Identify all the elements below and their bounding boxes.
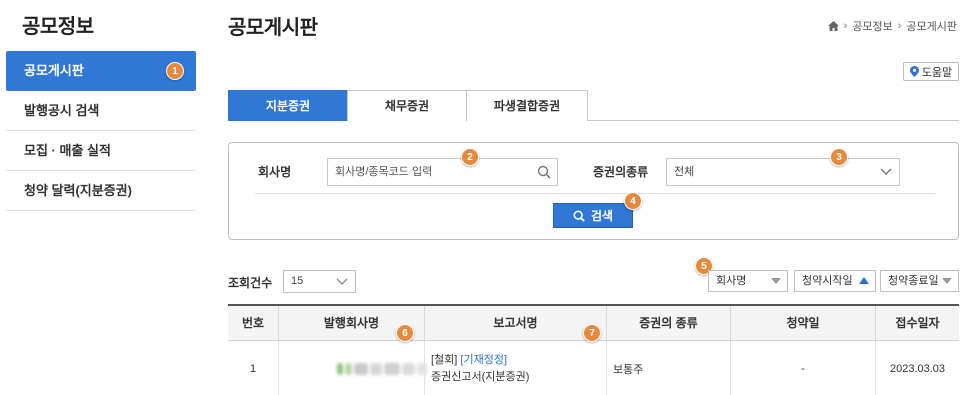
received-date-cell: 2023.03.03 [889,363,946,375]
redacted-text [337,363,427,375]
report-name-link[interactable]: 증권신고서(지분증권) [431,369,529,386]
table-row[interactable]: 1 [철회] [기재정정] 증권신고서(지분증권) 보통주 - 2023.03.… [228,341,959,395]
sidebar: 공모정보 공모게시판 1 발행공시 검색 모집 · 매출 실적 청약 달력(지분… [0,0,201,395]
company-search-input[interactable]: 회사명/종목코드 입력 [327,158,558,186]
location-pin-icon [909,66,919,77]
chevron-down-icon [336,278,348,285]
search-icon[interactable] [537,165,551,179]
sort-by-company-button[interactable]: 회사명 [708,270,788,292]
row-number: 1 [228,341,279,395]
sort-by-subscription-start-button[interactable]: 청약시작일 [794,270,876,292]
tab-debt-securities[interactable]: 채무증권 [347,90,467,121]
results-table: 번호 발행회사명 보고서명 증권의 종류 청약일 접수일자 1 [철회] [기재… [228,304,959,395]
breadcrumb-item[interactable]: 공모정보 [852,18,892,34]
column-header-subscription-date: 청약일 [731,306,876,340]
tab-derivative-linked-securities[interactable]: 파생결합증권 [466,90,588,121]
home-icon[interactable] [827,21,839,31]
page-title: 공모게시판 [228,17,318,39]
chevron-down-icon [880,168,892,175]
chevron-right-icon: › [897,20,902,32]
sidebar-item-label: 발행공시 검색 [24,103,100,118]
subscription-date-cell: - [731,341,876,395]
annotation-marker: 4 [624,192,642,210]
security-type-label: 증권의종류 [593,165,649,179]
result-count-label: 조회건수 [228,276,273,290]
annotation-marker: 2 [461,148,479,166]
column-header-number: 번호 [228,306,279,340]
chevron-right-icon: › [843,20,848,32]
sidebar-item-label: 청약 달력(지분증권) [24,183,132,198]
security-type-tabs: 지분증권 채무증권 파생결합증권 [228,90,959,121]
result-count-select[interactable]: 15 [283,270,356,293]
search-button[interactable]: 검색 [553,203,633,228]
company-name-label: 회사명 [258,165,292,179]
result-count-value: 15 [291,275,304,287]
sort-down-icon [771,278,781,284]
sort-down-icon [942,278,952,284]
sort-label: 회사명 [716,275,747,287]
tab-equity-securities[interactable]: 지분증권 [228,90,348,121]
sort-label: 청약시작일 [802,275,853,287]
column-header-report: 보고서명 [425,306,607,340]
sidebar-item-label: 모집 · 매출 실적 [24,143,111,158]
annotation-marker: 3 [830,148,848,166]
sidebar-title: 공모정보 [22,16,94,38]
annotation-marker: 7 [583,324,601,342]
search-panel: 회사명 회사명/종목코드 입력 2 증권의종류 전체 3 검색 4 [228,142,959,240]
sort-by-subscription-end-button[interactable]: 청약종료일 [880,270,959,292]
divider [255,193,935,194]
company-search-placeholder: 회사명/종목코드 입력 [335,166,433,178]
sidebar-item-subscription-calendar[interactable]: 청약 달력(지분증권) [6,171,196,211]
sidebar-item-offering-sales-results[interactable]: 모집 · 매출 실적 [6,131,196,171]
report-amendment-link[interactable]: [기재정정] [460,352,507,369]
company-name-blurred[interactable] [279,341,427,395]
sidebar-menu: 공모게시판 1 발행공시 검색 모집 · 매출 실적 청약 달력(지분증권) [6,51,196,211]
security-type-select[interactable]: 전체 [666,158,900,186]
sort-label: 청약종료일 [888,275,939,287]
report-withdrawn-tag: [철회] [431,354,458,366]
security-type-cell: 보통주 [607,341,731,395]
search-button-label: 검색 [590,209,614,223]
search-icon [573,210,585,222]
help-button[interactable]: 도움말 [903,62,959,81]
breadcrumb: › 공모정보 › 공모게시판 [827,18,957,34]
sidebar-item-issuance-disclosure-search[interactable]: 발행공시 검색 [6,91,196,131]
report-name-cell[interactable]: [철회] [기재정정] 증권신고서(지분증권) [425,341,607,395]
sidebar-item-public-offering-board[interactable]: 공모게시판 1 [6,51,196,91]
sidebar-item-label: 공모게시판 [24,63,84,78]
column-header-security-type: 증권의 종류 [607,306,731,340]
sort-up-icon [859,277,869,284]
security-type-value: 전체 [674,166,695,178]
column-header-received-date: 접수일자 [895,316,940,330]
annotation-marker: 1 [166,62,184,80]
help-button-label: 도움말 [921,66,953,79]
breadcrumb-item[interactable]: 공모게시판 [906,18,957,34]
annotation-marker: 6 [396,324,414,342]
